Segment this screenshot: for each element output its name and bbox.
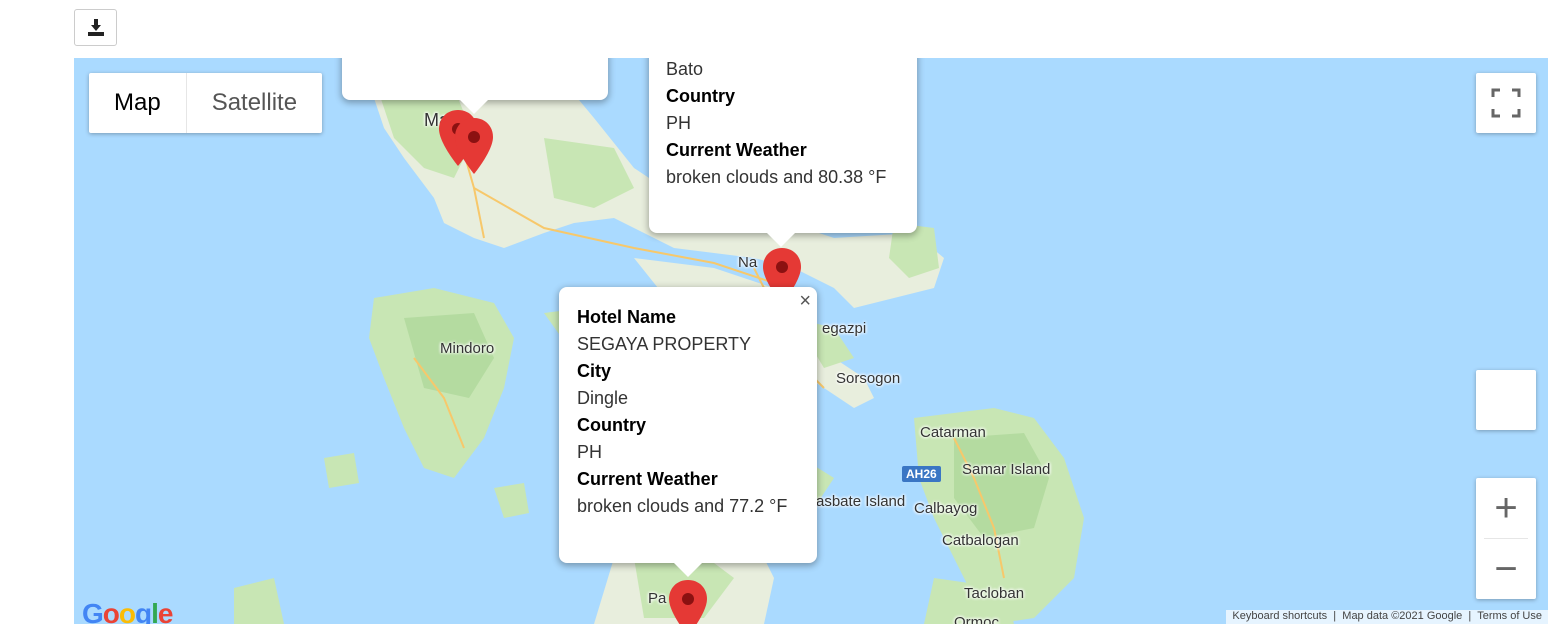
marker-pin-manila-2[interactable]	[454, 118, 494, 174]
google-logo: Google	[82, 598, 173, 624]
map-type-map-button[interactable]: Map	[89, 73, 186, 133]
hotel-name-label: Hotel Name	[577, 307, 677, 327]
close-icon[interactable]: ×	[799, 291, 811, 311]
info-window-manila	[342, 58, 608, 114]
country-value: PH	[666, 113, 692, 133]
terms-of-use-link[interactable]: Terms of Use	[1477, 610, 1542, 622]
place-label-samar-island: Samar Island	[962, 461, 1051, 478]
street-view-control[interactable]	[1476, 370, 1536, 430]
map-attribution: Keyboard shortcuts | Map data ©2021 Goog…	[1226, 610, 1548, 624]
weather-label: Current Weather	[577, 469, 718, 489]
download-icon	[87, 18, 104, 36]
fullscreen-button[interactable]	[1476, 73, 1536, 133]
place-label-tacloban: Tacloban	[964, 585, 1025, 602]
fullscreen-icon	[1491, 88, 1521, 118]
info-window-dingle: × Hotel Name SEGAYA PROPERTY City Dingle…	[559, 287, 817, 577]
place-label-mindoro: Mindoro	[440, 340, 495, 357]
city-label: City	[577, 361, 612, 381]
highway-shield: AH26	[902, 466, 941, 482]
place-label-calbayog: Calbayog	[914, 500, 978, 517]
country-value: PH	[577, 442, 603, 462]
weather-value: broken clouds and 77.2 °F	[577, 496, 788, 516]
place-label-ormoc: Ormoc	[954, 614, 999, 624]
city-value: Bato	[666, 59, 704, 79]
map-type-control: Map Satellite	[89, 73, 323, 133]
country-label: Country	[666, 86, 735, 106]
city-value: Dingle	[577, 388, 629, 408]
place-label-naga: Na	[738, 254, 758, 271]
place-label-legazpi: egazpi	[822, 320, 867, 337]
place-label-pa: Pa	[648, 590, 667, 607]
map-view[interactable]: Ma la Na egazpi Sorsogon Mindoro Catarma…	[74, 58, 1548, 624]
country-label: Country	[577, 415, 646, 435]
place-label-masbate-island: asbate Island	[816, 493, 906, 510]
map-type-satellite-button[interactable]: Satellite	[185, 73, 322, 133]
place-label-sorsogon: Sorsogon	[836, 370, 901, 387]
weather-label: Current Weather	[666, 140, 807, 160]
place-label-catbalogan: Catbalogan	[942, 532, 1019, 549]
zoom-control: + −	[1476, 478, 1536, 599]
download-button[interactable]	[74, 9, 117, 46]
zoom-out-button[interactable]: −	[1476, 539, 1536, 599]
marker-pin-dingle[interactable]	[668, 580, 708, 624]
hotel-name-value: SEGAYA PROPERTY	[577, 334, 752, 354]
weather-value: broken clouds and 80.38 °F	[666, 167, 887, 187]
keyboard-shortcuts-link[interactable]: Keyboard shortcuts	[1232, 610, 1327, 622]
map-data-text: Map data ©2021 Google	[1342, 610, 1463, 622]
place-label-catarman: Catarman	[920, 424, 986, 441]
info-window-bato: Bato Country PH Current Weather broken c…	[649, 58, 917, 247]
zoom-in-button[interactable]: +	[1484, 478, 1528, 539]
